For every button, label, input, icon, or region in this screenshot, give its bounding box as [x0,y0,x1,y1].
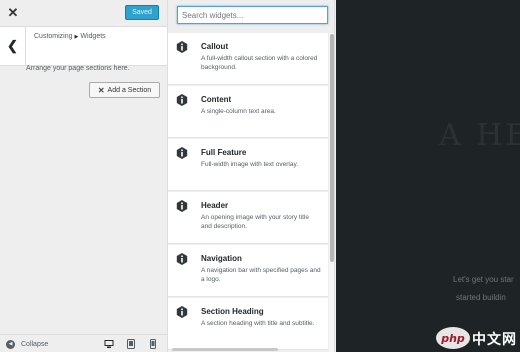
arrow-left-circle-icon: ◀ [6,339,15,349]
collapse-label: Collapse [21,340,49,348]
hexagon-info-icon [176,200,188,212]
help-text: Arrange your page sections here. [26,65,130,72]
chevron-left-icon[interactable]: ❮ [0,27,26,65]
widget-title: Navigation [201,254,242,263]
tablet-icon[interactable] [126,339,136,349]
widget-item-full-feature[interactable]: Full Feature Full-width image with text … [168,139,328,191]
collapse-button[interactable]: ◀ Collapse [6,337,48,351]
hero-text-line2: started buildin [456,293,506,302]
hexagon-info-icon [176,253,188,265]
triangle-right-icon: ▶ [74,33,79,40]
horizontal-scrollbar[interactable] [172,348,278,351]
widget-description: Full-width image with text overlay. [201,161,299,168]
widget-title: Section Heading [201,307,264,316]
desktop-icon[interactable] [104,339,114,349]
mobile-icon[interactable] [148,339,158,349]
search-widgets-input[interactable] [177,6,328,24]
widget-title: Content [201,95,232,104]
widget-item-callout[interactable]: Callout A full-width callout section wit… [168,33,328,85]
customizer-sidebar: ✕ Saved ❮ Customizing ▶ Widgets Arrange … [0,0,167,352]
watermark-text: 中文网 [472,332,517,348]
widget-title: Full Feature [201,148,247,157]
breadcrumb-current: Widgets [80,33,106,40]
widget-item-navigation[interactable]: Navigation A navigation bar with specifi… [168,245,328,297]
widget-item-content[interactable]: Content A single-column text area. [168,86,328,138]
site-preview[interactable]: A HE Let's get you star started buildin [336,0,520,352]
widget-item-section-heading[interactable]: Section Heading A section heading with t… [168,298,328,350]
widget-description: A section heading with title and subtitl… [201,320,315,327]
customizer-footer: ◀ Collapse [0,334,167,352]
close-icon[interactable]: ✕ [0,0,26,26]
widget-list: Callout A full-width callout section wit… [168,33,328,352]
add-section-button[interactable]: ✕ Add a Section [89,82,160,98]
widget-description: An opening image with your story title a… [201,214,310,230]
widget-title: Callout [201,42,229,51]
x-icon: ✕ [97,85,105,95]
customizer-topbar: ✕ Saved [0,0,167,26]
scrollbar-thumb[interactable] [330,34,334,262]
hexagon-info-icon [176,306,188,318]
breadcrumb-root: Customizing [34,33,73,40]
hexagon-info-icon [176,147,188,159]
watermark-logo-badge: php [436,327,470,349]
saved-button[interactable]: Saved [125,5,159,20]
add-section-label: Add a Section [107,86,152,94]
available-widgets-panel: Callout A full-width callout section wit… [167,0,335,352]
widget-title: Header [201,201,229,210]
widget-item-header[interactable]: Header An opening image with your story … [168,192,328,244]
widget-description: A single-column text area. [201,108,276,115]
breadcrumb: Customizing ▶ Widgets [34,33,106,40]
hexagon-info-icon [176,94,188,106]
widget-description: A navigation bar with specified pages an… [201,267,321,283]
watermark-logo: php 中文网 [436,325,520,352]
section-header: ❮ Customizing ▶ Widgets [0,26,167,66]
widget-description: A full-width callout section with a colo… [201,55,318,71]
hexagon-info-icon [176,41,188,53]
hero-text-line1: Let's get you star [453,275,514,284]
hero-title: A HE [439,118,520,153]
